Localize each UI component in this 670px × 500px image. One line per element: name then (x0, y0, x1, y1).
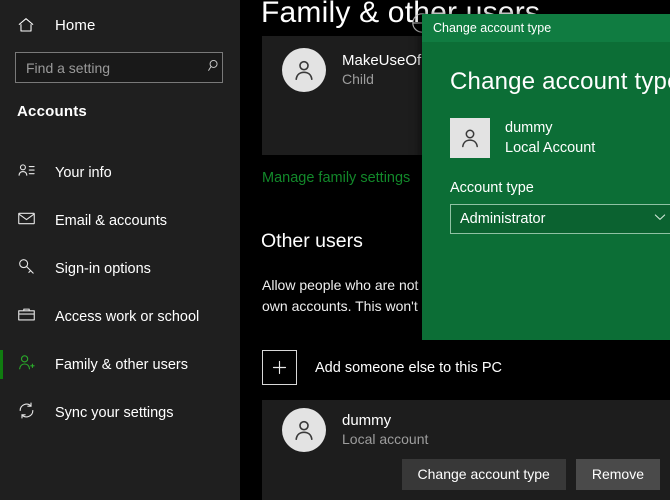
sidebar-item-access-work-school[interactable]: Access work or school (0, 299, 240, 334)
sidebar-item-family-other-users[interactable]: Family & other users (0, 347, 240, 382)
local-account-card[interactable]: dummy Local account Change account type … (262, 400, 670, 500)
account-type-label: Account type (422, 158, 670, 196)
dialog-user-row: dummy Local Account (422, 96, 670, 158)
search-input[interactable] (26, 60, 207, 76)
home-icon (17, 16, 35, 34)
home-label: Home (55, 17, 95, 34)
dialog-heading: Change account type (422, 42, 670, 96)
selection-indicator (0, 350, 3, 379)
sidebar-section-title: Accounts (17, 103, 87, 120)
sidebar-item-email-accounts[interactable]: Email & accounts (0, 203, 240, 238)
sidebar-item-label: Your info (55, 165, 112, 181)
dialog-user-subtitle: Local Account (505, 138, 595, 158)
account-type-selected-value: Administrator (460, 211, 653, 227)
add-someone-else-label: Add someone else to this PC (315, 360, 502, 376)
envelope-icon (17, 209, 36, 233)
sidebar-item-sign-in-options[interactable]: Sign-in options (0, 251, 240, 286)
local-account-row: dummy Local account (262, 400, 670, 452)
account-type-dropdown[interactable]: Administrator (450, 204, 670, 234)
local-account-name: dummy (342, 411, 428, 430)
contact-card-icon (17, 161, 36, 185)
dialog-titlebar[interactable]: Change account type (422, 14, 670, 42)
sidebar-item-label: Family & other users (55, 357, 188, 373)
briefcase-icon (17, 305, 36, 329)
add-someone-else-button[interactable]: Add someone else to this PC (262, 350, 502, 385)
plus-icon (262, 350, 297, 385)
local-account-subtitle: Local account (342, 430, 428, 449)
change-account-type-dialog: Change account type Change account type … (422, 14, 670, 340)
local-account-text: dummy Local account (342, 411, 428, 449)
person-avatar-icon (282, 408, 326, 452)
sidebar-item-sync-your-settings[interactable]: Sync your settings (0, 395, 240, 430)
person-add-icon (17, 353, 36, 377)
manage-family-settings-link[interactable]: Manage family settings (262, 170, 410, 186)
key-icon (17, 257, 36, 281)
sidebar-item-label: Sync your settings (55, 405, 173, 421)
sidebar-item-label: Sign-in options (55, 261, 151, 277)
sync-icon (17, 401, 36, 425)
change-account-type-button[interactable]: Change account type (402, 459, 566, 490)
dialog-titlebar-text: Change account type (433, 21, 551, 35)
settings-window: Home Accounts (0, 0, 670, 500)
sidebar: Home Accounts (0, 0, 240, 500)
sidebar-item-your-info[interactable]: Your info (0, 155, 240, 190)
chevron-down-icon (653, 210, 667, 229)
sidebar-nav: Your info Email & accounts (0, 155, 240, 443)
other-users-title: Other users (261, 230, 363, 253)
sidebar-item-label: Access work or school (55, 309, 199, 325)
remove-account-button[interactable]: Remove (576, 459, 660, 490)
sidebar-home[interactable]: Home (0, 8, 240, 42)
person-avatar-icon (450, 118, 490, 158)
search-box[interactable] (15, 52, 223, 83)
sidebar-item-label: Email & accounts (55, 213, 167, 229)
account-action-buttons: Change account type Remove (402, 459, 660, 490)
dialog-user-text: dummy Local Account (505, 118, 595, 158)
person-avatar-icon (282, 48, 326, 92)
dialog-user-name: dummy (505, 118, 595, 138)
search-icon (207, 58, 222, 78)
